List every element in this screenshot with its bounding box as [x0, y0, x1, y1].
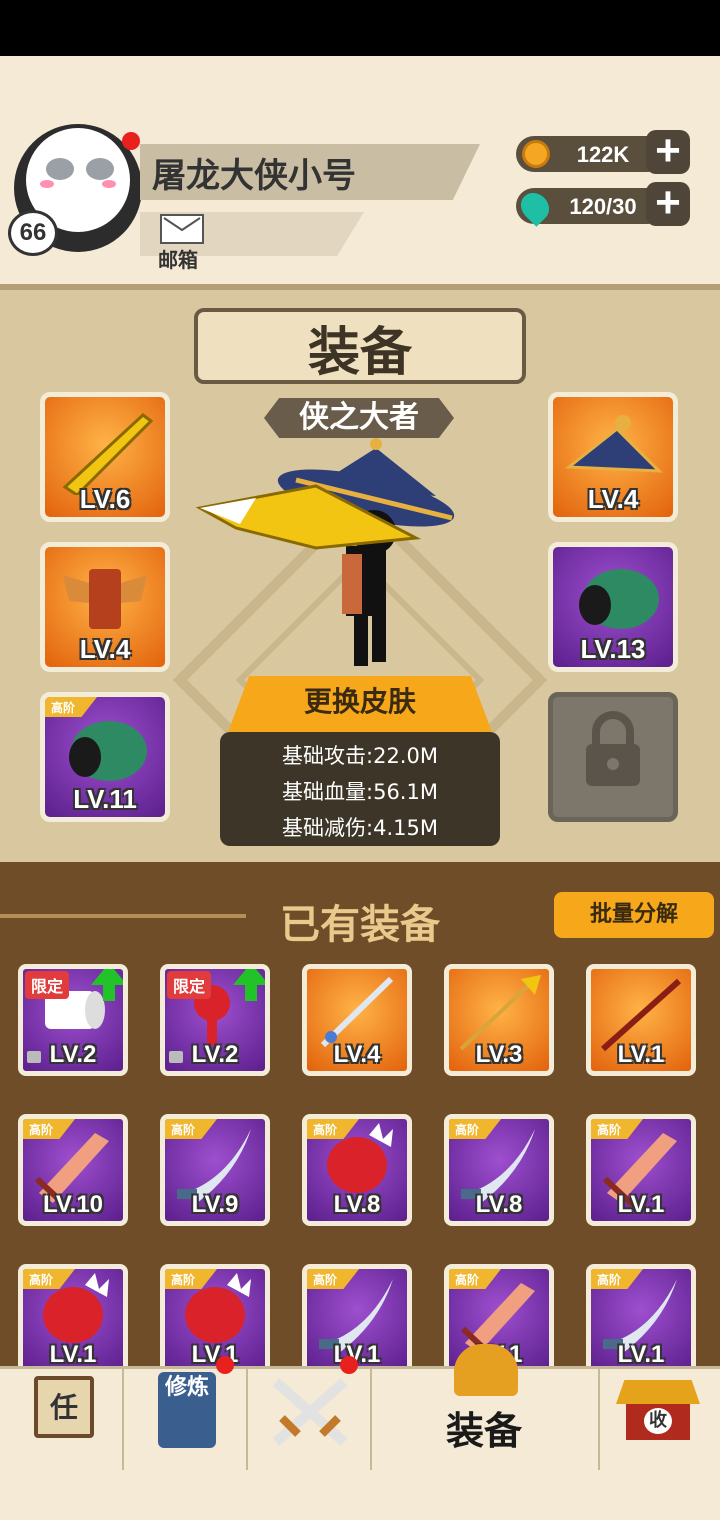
item-level: LV.1	[617, 1191, 665, 1218]
nav-divider	[122, 1366, 124, 1470]
upgrade-arrow-icon	[91, 969, 123, 985]
character-figure	[196, 438, 455, 666]
avatar-blush	[102, 180, 116, 188]
inventory-item[interactable]: LV.3	[444, 964, 554, 1076]
avatar-eye-left	[46, 158, 74, 180]
nav-tasks[interactable]: 任	[34, 1376, 94, 1450]
nav-collect[interactable]: 收	[616, 1380, 700, 1446]
stat-attack: 基础攻击:22.0M	[282, 744, 438, 768]
item-level: LV.1	[191, 1341, 239, 1368]
inventory-item[interactable]: 高阶 LV.10	[18, 1114, 128, 1226]
bottom-nav	[0, 1366, 720, 1470]
inventory-item[interactable]: 限定 LV.2	[160, 964, 270, 1076]
change-skin-label[interactable]: 更换皮肤	[228, 680, 492, 720]
inventory-item[interactable]: 高阶LV.1	[160, 1264, 270, 1376]
inventory-item[interactable]: 高阶LV.1	[18, 1264, 128, 1376]
bracer-icon	[69, 720, 147, 781]
nav-collect-label: 收	[644, 1408, 672, 1434]
stat-health: 基础血量:56.1M	[282, 780, 438, 804]
inventory-item[interactable]: 限定 LV.2	[18, 964, 128, 1076]
item-level: LV.2	[49, 1041, 97, 1068]
item-level: LV.8	[333, 1191, 381, 1218]
nav-battle[interactable]	[268, 1374, 352, 1450]
add-gems-button[interactable]: +	[646, 181, 690, 226]
lock-icon	[586, 710, 640, 786]
coin-icon	[522, 140, 550, 168]
nav-equip-label[interactable]: 装备	[446, 1400, 522, 1455]
mail-label[interactable]: 邮箱	[158, 244, 198, 273]
nav-divider	[370, 1366, 372, 1470]
item-level: LV.10	[42, 1191, 104, 1218]
nav-tasks-label: 任	[49, 1391, 78, 1424]
slot-level: LV.4	[79, 634, 131, 664]
item-level: LV.8	[475, 1191, 523, 1218]
upgrade-arrow-icon	[233, 969, 265, 985]
avatar-eye-right	[86, 158, 114, 180]
item-level: LV.1	[617, 1041, 665, 1068]
equip-slot-locked[interactable]	[548, 692, 678, 822]
limited-tag: 限定	[25, 971, 70, 999]
armor-icon	[63, 568, 147, 629]
item-level: LV.4	[333, 1041, 381, 1068]
inventory-item[interactable]: 高阶LV.1	[302, 1264, 412, 1376]
slot-level: LV.13	[580, 634, 646, 664]
panel-title: 装备	[307, 323, 412, 383]
inventory-item[interactable]: LV.1	[586, 964, 696, 1076]
notification-dot	[122, 132, 140, 150]
item-level: LV.9	[191, 1191, 239, 1218]
add-coins-button[interactable]: +	[646, 129, 690, 174]
equip-slot-armor[interactable]: LV.4	[40, 542, 170, 672]
player-name: 屠龙大侠小号	[152, 156, 356, 196]
nav-divider	[246, 1366, 248, 1470]
equip-slot-weapon[interactable]: LV.6	[40, 392, 170, 522]
equip-slot-hat[interactable]: LV.4	[548, 392, 678, 522]
hat-icon	[564, 414, 663, 473]
nav-divider	[598, 1366, 600, 1470]
inventory-item[interactable]: 高阶LV.1	[586, 1114, 696, 1226]
batch-decompose-button[interactable]: 批量分解	[554, 892, 714, 938]
status-bar	[0, 0, 720, 56]
stat-defense: 基础减伤:4.15M	[282, 816, 438, 840]
item-level: LV.2	[191, 1041, 239, 1068]
inventory-item[interactable]: LV.4	[302, 964, 412, 1076]
avatar-blush	[40, 180, 54, 188]
inventory-item[interactable]: 高阶 LV.9	[160, 1114, 270, 1226]
gem-value: 120/30	[569, 194, 637, 219]
inventory-item[interactable]: 高阶LV.1	[586, 1264, 696, 1376]
notification-dot	[340, 1356, 358, 1374]
nav-cultivate[interactable]: 修炼	[158, 1372, 216, 1448]
slot-level: LV.6	[79, 484, 131, 514]
item-level: LV.1	[617, 1341, 665, 1368]
upgrade-arrow-stem	[103, 983, 115, 1001]
bottom-strip	[0, 1470, 720, 1520]
skin-name: 侠之大者	[299, 400, 419, 435]
slot-level: LV.4	[587, 484, 639, 514]
inventory-item[interactable]: 高阶 LV.8	[444, 1114, 554, 1226]
sword-icon	[62, 412, 154, 495]
helmet-icon	[454, 1344, 518, 1396]
gauntlet-icon	[579, 568, 659, 629]
notification-dot	[216, 1356, 234, 1374]
upgrade-arrow-stem	[245, 983, 257, 1001]
pavilion-roof	[616, 1380, 700, 1404]
equip-slot-gauntlet[interactable]: LV.13	[548, 542, 678, 672]
item-level: LV.1	[49, 1341, 97, 1368]
inventory-item[interactable]: 高阶 LV.8	[302, 1114, 412, 1226]
equip-slot-bracer[interactable]: 高阶 LV.11	[40, 692, 170, 822]
item-level: LV.3	[475, 1041, 523, 1068]
coin-value: 122K	[576, 142, 630, 167]
mail-icon[interactable]	[160, 214, 204, 244]
player-level-badge: 66	[8, 210, 58, 256]
nav-cultivate-label: 修炼	[164, 1375, 209, 1400]
slot-level: LV.11	[73, 784, 137, 814]
limited-tag: 限定	[167, 971, 212, 999]
